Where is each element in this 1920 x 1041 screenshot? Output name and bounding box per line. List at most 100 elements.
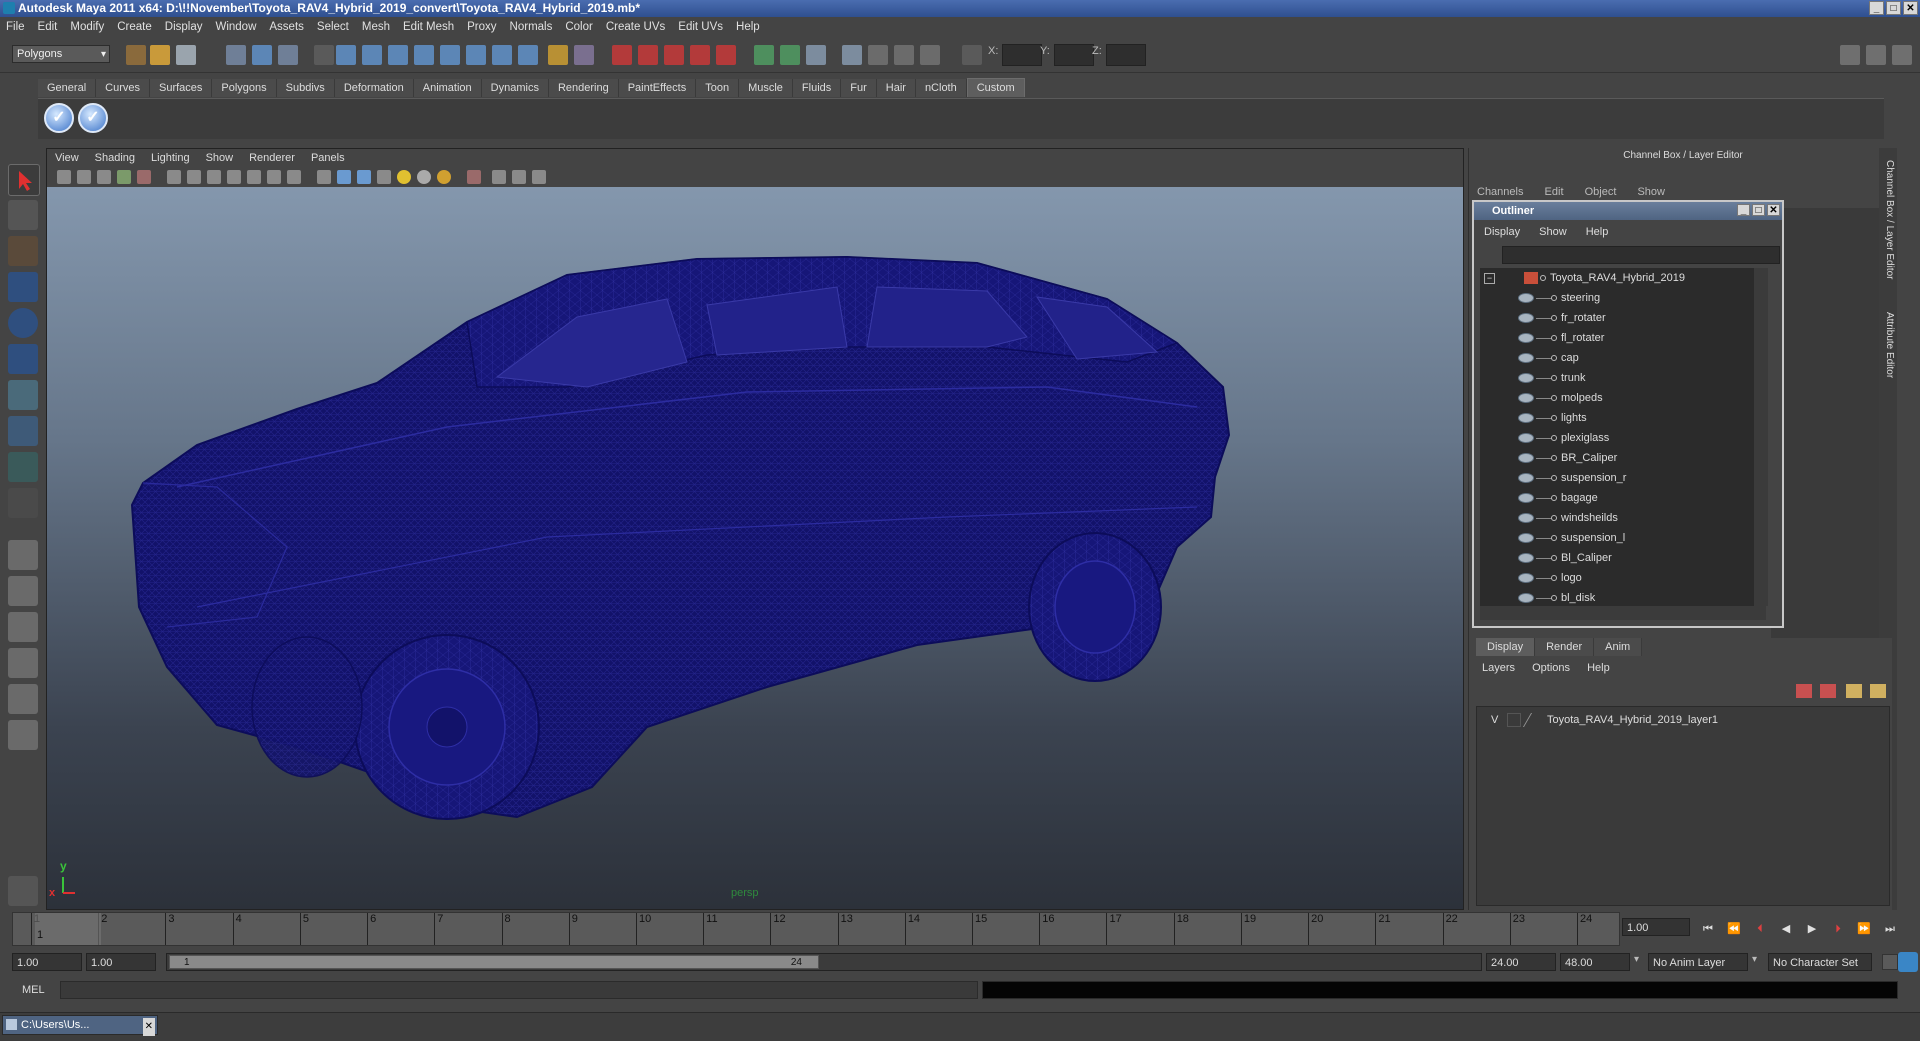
x-ray-joints-icon[interactable] <box>512 170 526 184</box>
construction-history-icon[interactable] <box>806 45 826 65</box>
shelf-tab-curves[interactable]: Curves <box>96 79 150 97</box>
gate-mask-icon[interactable] <box>227 170 241 184</box>
select-deformations-icon[interactable] <box>440 45 460 65</box>
step-forward-frame-icon[interactable]: ⏩ <box>1854 922 1874 936</box>
render-view-icon[interactable] <box>842 45 862 65</box>
persp-outliner-layout-icon[interactable] <box>8 612 38 642</box>
menu-modify[interactable]: Modify <box>70 21 104 33</box>
animation-preferences-icon[interactable] <box>1898 952 1918 972</box>
menu-edit[interactable]: Edit <box>38 21 58 33</box>
high-quality-icon[interactable] <box>437 170 451 184</box>
show-tool-settings-icon[interactable] <box>1866 45 1886 65</box>
four-view-layout-icon[interactable] <box>8 576 38 606</box>
viewport-menu-view[interactable]: View <box>55 152 79 164</box>
select-object-icon[interactable] <box>252 45 272 65</box>
go-to-start-icon[interactable]: ⏮ <box>1698 922 1718 936</box>
x-field[interactable] <box>1002 44 1042 66</box>
outliner-row-root[interactable]: − Toyota_RAV4_Hybrid_2019 <box>1480 268 1766 288</box>
shelf-tab-subdivs[interactable]: Subdivs <box>276 79 335 97</box>
range-slider-thumb[interactable]: 1 24 <box>169 955 819 969</box>
channel-box-menu-show[interactable]: Show <box>1637 186 1665 198</box>
menu-proxy[interactable]: Proxy <box>467 21 496 33</box>
layer-menu-options[interactable]: Options <box>1532 662 1570 674</box>
menu-help[interactable]: Help <box>736 21 760 33</box>
resolution-gate-icon[interactable] <box>207 170 221 184</box>
bookmarks-icon[interactable] <box>97 170 111 184</box>
rotate-tool-icon[interactable] <box>8 308 38 338</box>
select-tool-icon[interactable] <box>8 164 40 196</box>
menu-create-uvs[interactable]: Create UVs <box>606 21 665 33</box>
outliner-row[interactable]: suspension_r <box>1480 468 1766 488</box>
playback-end-field[interactable]: 24.00 <box>1486 953 1556 971</box>
layer-playback-toggle[interactable] <box>1507 713 1521 727</box>
perspective-viewport[interactable]: View Shading Lighting Show Renderer Pane… <box>46 148 1464 910</box>
menu-normals[interactable]: Normals <box>510 21 553 33</box>
layer-tab-render[interactable]: Render <box>1535 638 1595 656</box>
output-ops-icon[interactable] <box>780 45 800 65</box>
outliner-row[interactable]: molpeds <box>1480 388 1766 408</box>
select-component-icon[interactable] <box>278 45 298 65</box>
isolate-select-icon[interactable] <box>467 170 481 184</box>
safe-action-icon[interactable] <box>267 170 281 184</box>
menu-create[interactable]: Create <box>117 21 152 33</box>
maximize-button[interactable]: □ <box>1886 1 1901 15</box>
two-d-pan-zoom-icon[interactable] <box>137 170 151 184</box>
select-curves-icon[interactable] <box>388 45 408 65</box>
select-joints-icon[interactable] <box>362 45 382 65</box>
viewport-menu-shading[interactable]: Shading <box>95 152 135 164</box>
lock-selection-icon[interactable] <box>548 45 568 65</box>
auto-key-icon[interactable] <box>1882 954 1898 970</box>
layer-tab-display[interactable]: Display <box>1476 638 1536 656</box>
scale-tool-icon[interactable] <box>8 344 38 374</box>
menu-color[interactable]: Color <box>565 21 592 33</box>
select-dynamics-icon[interactable] <box>466 45 486 65</box>
outliner-close-button[interactable]: ✕ <box>1767 204 1780 216</box>
channel-box-menu-object[interactable]: Object <box>1585 186 1617 198</box>
layer-color-swatch-icon[interactable] <box>1522 713 1547 727</box>
shelf-tab-custom[interactable]: Custom <box>966 78 1025 97</box>
soft-modification-tool-icon[interactable] <box>8 416 38 446</box>
taskbar-item[interactable]: C:\Users\Us... ✕ <box>2 1015 158 1036</box>
play-backwards-icon[interactable]: ◀ <box>1776 922 1796 936</box>
menu-window[interactable]: Window <box>215 21 256 33</box>
taskbar-close-icon[interactable]: ✕ <box>142 1018 155 1036</box>
grid-toggle-icon[interactable] <box>167 170 181 184</box>
shelf-tab-fur[interactable]: Fur <box>841 79 877 97</box>
character-set-dropdown-icon[interactable]: ▾ <box>1752 954 1757 965</box>
smooth-shade-icon[interactable] <box>337 170 351 184</box>
highlight-selection-icon[interactable] <box>574 45 594 65</box>
layer-menu-layers[interactable]: Layers <box>1482 662 1515 674</box>
side-tab-channel-box[interactable]: Channel Box / Layer Editor <box>1881 160 1895 280</box>
go-to-end-icon[interactable]: ⏭ <box>1880 922 1900 936</box>
layer-menu-help[interactable]: Help <box>1587 662 1610 674</box>
character-set-field[interactable]: No Character Set <box>1768 953 1872 971</box>
lasso-tool-icon[interactable] <box>8 200 38 230</box>
menu-mesh[interactable]: Mesh <box>362 21 390 33</box>
outliner-row[interactable]: BR_Caliper <box>1480 448 1766 468</box>
range-slider[interactable]: 1 24 <box>166 953 1482 971</box>
shelf-tab-dynamics[interactable]: Dynamics <box>481 79 549 97</box>
outliner-row[interactable]: windsheilds <box>1480 508 1766 528</box>
move-tool-icon[interactable] <box>8 272 38 302</box>
select-rendering-icon[interactable] <box>492 45 512 65</box>
step-forward-key-icon[interactable]: ⏵ <box>1828 922 1848 936</box>
image-plane-icon[interactable] <box>117 170 131 184</box>
collapse-icon[interactable]: − <box>1484 273 1495 284</box>
channel-box-menu-channels[interactable]: Channels <box>1477 186 1523 198</box>
snap-grid-icon[interactable] <box>612 45 632 65</box>
side-tab-attribute-editor[interactable]: Attribute Editor <box>1881 312 1895 378</box>
channel-box-menu-edit[interactable]: Edit <box>1545 186 1564 198</box>
minimize-button[interactable]: _ <box>1869 1 1884 15</box>
play-forwards-icon[interactable]: ▶ <box>1802 922 1822 936</box>
persp-graph-layout-icon[interactable] <box>8 648 38 678</box>
outliner-row[interactable]: plexiglass <box>1480 428 1766 448</box>
wireframe-icon[interactable] <box>317 170 331 184</box>
select-camera-icon[interactable] <box>57 170 71 184</box>
layer-name[interactable]: Toyota_RAV4_Hybrid_2019_layer1 <box>1547 711 1718 729</box>
z-field[interactable] <box>1106 44 1146 66</box>
car-wireframe[interactable] <box>47 187 1463 909</box>
outliner-vertical-scrollbar[interactable] <box>1754 268 1768 606</box>
textured-icon[interactable] <box>377 170 391 184</box>
menu-set-selector[interactable]: Polygons <box>12 45 110 63</box>
save-scene-icon[interactable] <box>176 45 196 65</box>
